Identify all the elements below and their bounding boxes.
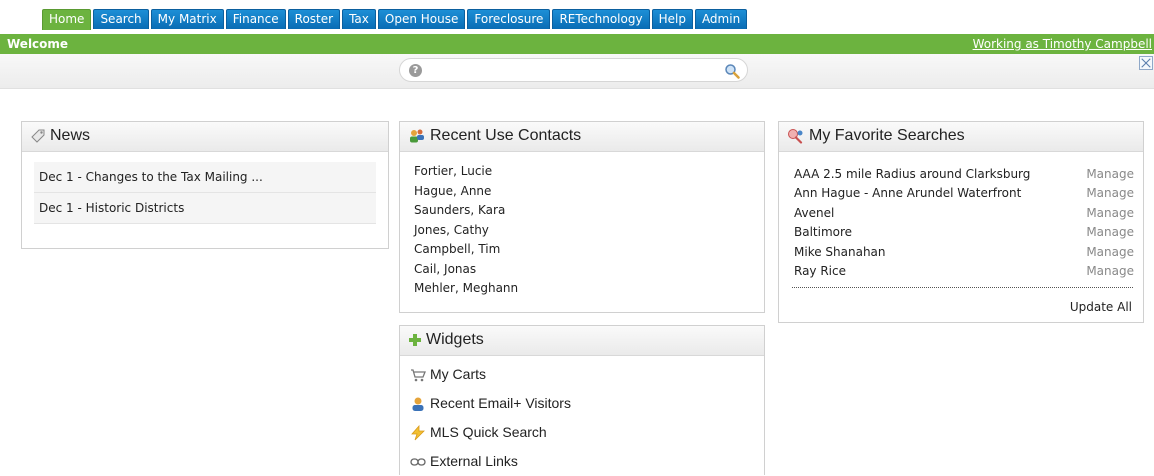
widget-recent-email-visitors[interactable]: Recent Email+ Visitors — [410, 389, 764, 418]
divider — [792, 287, 1133, 288]
chain-link-icon — [410, 458, 426, 466]
search-input[interactable] — [428, 61, 722, 81]
table-row: Ray Rice Manage — [794, 262, 1134, 282]
contact-item[interactable]: Cail, Jonas — [414, 260, 764, 280]
widgets-panel: Widgets My Carts Recent Email+ Visitors … — [399, 325, 765, 475]
favorites-table: AAA 2.5 mile Radius around Clarksburg Ma… — [794, 164, 1134, 281]
working-as-link[interactable]: Working as Timothy Campbell — [973, 37, 1152, 51]
widget-mls-quick-search[interactable]: MLS Quick Search — [410, 418, 764, 447]
welcome-label: Welcome — [7, 37, 69, 51]
update-all-link[interactable]: Update All — [1070, 300, 1132, 314]
news-list: Dec 1 - Changes to the Tax Mailing ... D… — [34, 162, 376, 224]
contact-item[interactable]: Hague, Anne — [414, 182, 764, 202]
favorite-searches-panel: My Favorite Searches AAA 2.5 mile Radius… — [778, 121, 1144, 323]
close-icon[interactable] — [1139, 56, 1153, 70]
table-row: Avenel Manage — [794, 203, 1134, 223]
search-people-icon — [788, 128, 803, 144]
widget-label: Recent Email+ Visitors — [430, 395, 571, 411]
news-item[interactable]: Dec 1 - Historic Districts — [34, 193, 376, 224]
person-icon — [412, 397, 424, 412]
contact-item[interactable]: Saunders, Kara — [414, 201, 764, 221]
contacts-icon — [410, 129, 424, 143]
widget-label: My Carts — [430, 366, 486, 382]
contact-item[interactable]: Fortier, Lucie — [414, 162, 764, 182]
favorite-search-link[interactable]: AAA 2.5 mile Radius around Clarksburg — [794, 164, 1077, 184]
widgets-header: Widgets — [400, 326, 764, 356]
table-row: AAA 2.5 mile Radius around Clarksburg Ma… — [794, 164, 1134, 184]
news-header: News — [22, 122, 388, 152]
search-bar: ? — [0, 54, 1154, 89]
widget-external-links[interactable]: External Links — [410, 447, 764, 476]
manage-link[interactable]: Manage — [1077, 203, 1134, 223]
tab-help[interactable]: Help — [651, 9, 693, 29]
favorite-search-link[interactable]: Ann Hague - Anne Arundel Waterfront — [794, 184, 1077, 204]
favorites-title: My Favorite Searches — [809, 127, 965, 144]
main-tabs: Home Search My Matrix Finance Roster Tax… — [42, 9, 748, 30]
widget-my-carts[interactable]: My Carts — [410, 360, 764, 389]
favorites-header: My Favorite Searches — [779, 122, 1143, 152]
tab-search[interactable]: Search — [93, 9, 149, 29]
lightning-icon — [411, 425, 425, 441]
recent-contacts-panel: Recent Use Contacts Fortier, Lucie Hague… — [399, 121, 765, 313]
tab-my-matrix[interactable]: My Matrix — [150, 9, 224, 29]
cart-icon — [411, 369, 426, 382]
manage-link[interactable]: Manage — [1077, 242, 1134, 262]
tab-admin[interactable]: Admin — [694, 9, 748, 29]
widgets-list: My Carts Recent Email+ Visitors MLS Quic… — [410, 360, 764, 476]
widget-label: External Links — [430, 453, 518, 469]
news-item[interactable]: Dec 1 - Changes to the Tax Mailing ... — [34, 162, 376, 193]
table-row: Mike Shanahan Manage — [794, 242, 1134, 262]
widget-label: MLS Quick Search — [430, 424, 547, 440]
manage-link[interactable]: Manage — [1077, 164, 1134, 184]
table-row: Ann Hague - Anne Arundel Waterfront Mana… — [794, 184, 1134, 204]
contact-item[interactable]: Jones, Cathy — [414, 221, 764, 241]
sub-nav-bar: Welcome Working as Timothy Campbell — [0, 34, 1154, 54]
contact-item[interactable]: Campbell, Tim — [414, 240, 764, 260]
widgets-title: Widgets — [426, 331, 484, 348]
tab-finance[interactable]: Finance — [225, 9, 286, 29]
tab-tax[interactable]: Tax — [342, 9, 376, 29]
contacts-header: Recent Use Contacts — [400, 122, 764, 152]
tab-retechnology[interactable]: RETechnology — [552, 9, 650, 29]
manage-link[interactable]: Manage — [1077, 223, 1134, 243]
magnifier-icon[interactable] — [724, 63, 740, 79]
plus-icon — [409, 333, 421, 346]
tab-home[interactable]: Home — [42, 9, 92, 30]
help-icon[interactable]: ? — [409, 64, 422, 77]
table-row: Baltimore Manage — [794, 223, 1134, 243]
news-title: News — [50, 127, 91, 144]
tab-roster[interactable]: Roster — [287, 9, 341, 29]
manage-link[interactable]: Manage — [1077, 184, 1134, 204]
search-box: ? — [399, 58, 748, 82]
favorite-search-link[interactable]: Avenel — [794, 203, 1077, 223]
top-nav: Home Search My Matrix Finance Roster Tax… — [0, 0, 1154, 34]
news-panel: News Dec 1 - Changes to the Tax Mailing … — [21, 121, 389, 249]
favorite-search-link[interactable]: Ray Rice — [794, 262, 1077, 282]
tab-open-house[interactable]: Open House — [377, 9, 466, 29]
favorite-search-link[interactable]: Mike Shanahan — [794, 242, 1077, 262]
contacts-title: Recent Use Contacts — [430, 127, 582, 144]
contacts-list: Fortier, Lucie Hague, Anne Saunders, Kar… — [414, 162, 764, 299]
manage-link[interactable]: Manage — [1077, 262, 1134, 282]
tag-icon — [31, 129, 45, 143]
favorite-search-link[interactable]: Baltimore — [794, 223, 1077, 243]
tab-foreclosure[interactable]: Foreclosure — [467, 9, 551, 29]
contact-item[interactable]: Mehler, Meghann — [414, 279, 764, 299]
